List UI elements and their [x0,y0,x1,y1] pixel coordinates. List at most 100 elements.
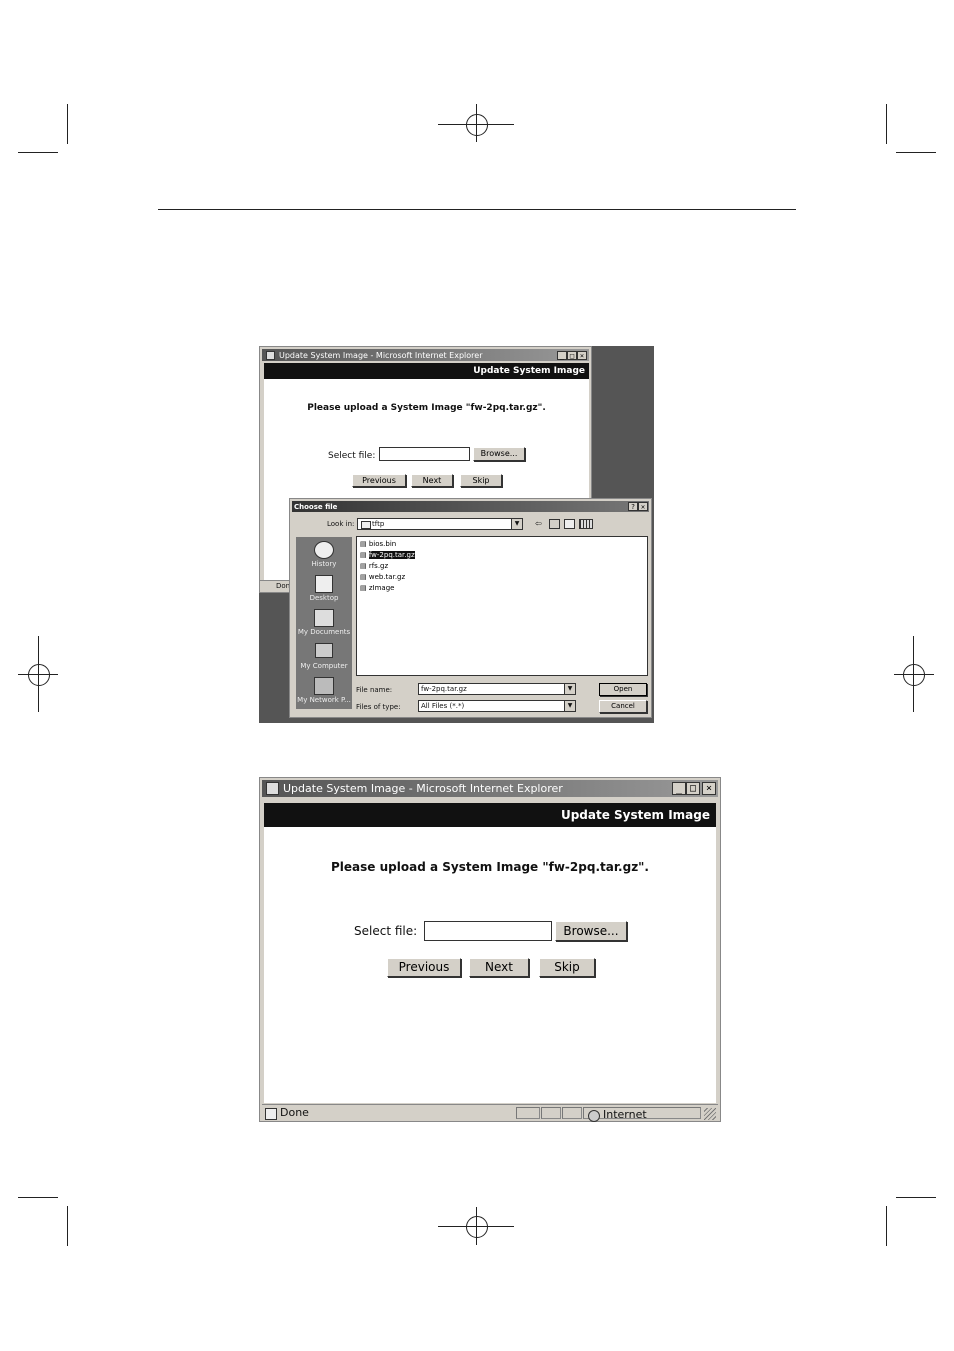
registration-mark [466,114,488,136]
maximize-button[interactable]: □ [686,782,700,795]
file-name-value: fw-2pq.tar.gz [421,685,467,693]
resize-grip-icon[interactable] [704,1108,716,1120]
zone-cell: Internet [583,1107,701,1122]
window-title: Update System Image - Microsoft Internet… [283,782,563,795]
dialog-title: Choose file [294,502,338,511]
back-icon[interactable]: ⇦ [535,519,542,528]
close-button[interactable]: × [702,782,716,795]
minimize-button[interactable]: _ [557,350,567,360]
crop-mark [886,104,887,144]
next-button[interactable]: Next [469,958,529,977]
window-titlebar: Update System Image - Microsoft Internet… [262,780,718,797]
places-label: Desktop [309,594,339,602]
places-my-documents[interactable]: My Documents [296,609,352,639]
chevron-down-icon[interactable]: ▼ [511,519,522,529]
window-titlebar: Update System Image - Microsoft Internet… [262,349,589,361]
file-type-value: All Files (*.*) [421,702,465,710]
bottom-ie-window: Update System Image - Microsoft Internet… [259,777,721,1122]
open-button[interactable]: Open [599,683,647,696]
browse-button[interactable]: Browse... [473,447,525,461]
file-path-input[interactable] [379,447,470,461]
places-my-computer[interactable]: My Computer [296,643,352,673]
page-header: Update System Image [264,363,589,379]
crop-mark [896,152,936,153]
my-documents-icon [314,609,334,627]
top-screenshot: Update System Image - Microsoft Internet… [259,346,654,723]
skip-button[interactable]: Skip [539,958,595,977]
cancel-button[interactable]: Cancel [599,700,647,713]
registration-mark [903,664,925,686]
file-path-input[interactable] [424,921,552,941]
list-item[interactable]: ▤ zImage [360,584,394,592]
places-desktop[interactable]: Desktop [296,575,352,605]
look-in-label: Look in: [327,520,355,528]
file-list[interactable]: ▤ bios.bin ▤ fw-2pq.tar.gz ▤ rfs.gz ▤ we… [356,536,648,676]
minimize-button[interactable]: _ [672,782,686,795]
places-label: My Network P... [297,696,351,704]
page-header: Update System Image [264,803,716,827]
select-file-label: Select file: [354,924,418,938]
places-label: History [311,560,337,568]
list-item[interactable]: ▤ bios.bin [360,540,396,548]
status-text: Done [280,1106,309,1119]
look-in-value: tftp [372,520,385,528]
file-type-label: Files of type: [356,703,401,711]
globe-icon [588,1110,600,1122]
status-cell [562,1107,582,1119]
header-rule [158,209,796,210]
select-file-label: Select file: [328,451,376,461]
status-cell [541,1107,561,1119]
upload-message: Please upload a System Image "fw-2pq.tar… [331,860,649,874]
my-computer-icon [315,643,333,658]
file-name-label: File name: [356,686,393,694]
places-my-network[interactable]: My Network P... [296,677,352,707]
status-cell [516,1107,540,1119]
new-folder-icon[interactable] [564,519,575,529]
browse-button[interactable]: Browse... [555,921,627,941]
list-item-selected[interactable]: ▤ fw-2pq.tar.gz [360,551,415,559]
choose-file-dialog: Choose file ? ✕ Look in: tftp ▼ ⇦ Histor… [289,498,652,718]
dialog-titlebar: Choose file ? ✕ [292,501,649,512]
crop-mark [18,1197,58,1198]
dialog-close-button[interactable]: ✕ [638,502,648,511]
page-content: Update System Image Please upload a Syst… [264,803,716,1103]
chevron-down-icon[interactable]: ▼ [564,701,575,711]
previous-button[interactable]: Previous [387,958,461,977]
crop-mark [886,1206,887,1246]
up-folder-icon[interactable] [549,519,560,529]
help-button[interactable]: ? [628,502,638,511]
chevron-down-icon[interactable]: ▼ [564,684,575,694]
file-type-select[interactable]: All Files (*.*) ▼ [418,700,576,712]
folder-icon [361,521,371,529]
places-history[interactable]: History [296,541,352,571]
registration-mark [28,664,50,686]
upload-message: Please upload a System Image "fw-2pq.tar… [307,403,546,413]
status-text: Don [276,582,291,590]
maximize-button[interactable]: □ [567,350,577,360]
page-icon [265,1108,277,1120]
look-in-select[interactable]: tftp ▼ [357,518,523,530]
window-title: Update System Image - Microsoft Internet… [279,350,483,360]
status-bar: Done Internet [262,1104,718,1122]
zone-text: Internet [603,1108,647,1121]
close-button[interactable]: × [577,350,587,360]
list-item[interactable]: ▤ web.tar.gz [360,573,405,581]
crop-mark [896,1197,936,1198]
places-label: My Documents [297,628,351,636]
next-button[interactable]: Next [411,474,453,487]
previous-button[interactable]: Previous [352,474,406,487]
view-menu-icon[interactable] [579,519,593,529]
skip-button[interactable]: Skip [460,474,502,487]
file-name-input[interactable]: fw-2pq.tar.gz ▼ [418,683,576,695]
crop-mark [67,104,68,144]
ie-icon [266,782,279,795]
desktop-icon [315,575,333,593]
places-bar: History Desktop My Documents My Computer… [296,537,352,709]
my-network-icon [314,677,334,695]
crop-mark [67,1206,68,1246]
ie-icon [266,350,275,360]
history-icon [314,541,334,559]
crop-mark [18,152,58,153]
registration-mark [466,1216,488,1238]
list-item[interactable]: ▤ rfs.gz [360,562,388,570]
